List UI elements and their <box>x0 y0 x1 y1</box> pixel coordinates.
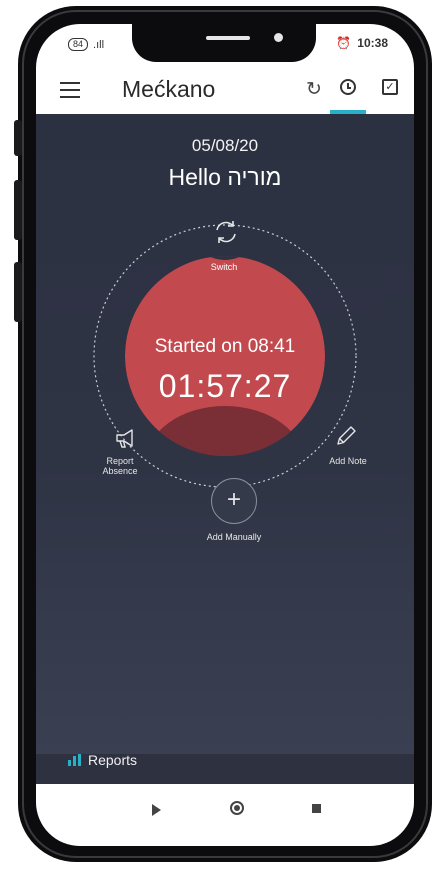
pencil-icon[interactable] <box>334 424 358 448</box>
refresh-icon[interactable]: ↻ <box>306 78 322 101</box>
phone-side-button <box>14 180 22 240</box>
add-manually-label: Add Manually <box>206 532 262 542</box>
elapsed-timer: 01:57:27 <box>158 368 292 404</box>
app-bar: Mećkano ↻ ✓ <box>36 66 414 114</box>
back-icon[interactable] <box>152 804 161 816</box>
camera-notch <box>132 24 316 62</box>
phone-side-button <box>14 120 22 156</box>
battery-indicator: 84 <box>68 38 89 51</box>
status-left: 84 .ıll <box>68 38 104 51</box>
switch-button[interactable]: Switch <box>194 262 254 272</box>
bar-chart-icon <box>68 754 82 766</box>
recent-apps-icon[interactable] <box>312 804 321 813</box>
checkbox-icon[interactable]: ✓ <box>382 79 398 95</box>
status-right: ⏰ 10:38 <box>336 36 388 50</box>
switch-icon[interactable] <box>212 218 240 246</box>
menu-icon[interactable] <box>60 82 80 98</box>
add-note-button[interactable]: Add Note <box>318 456 378 466</box>
home-icon[interactable] <box>230 801 244 815</box>
add-manually-button[interactable]: + <box>211 478 257 524</box>
status-bar: 84 .ıll ⏰ 10:38 <box>36 24 414 66</box>
clock-icon[interactable] <box>340 79 356 95</box>
megaphone-icon[interactable] <box>114 426 138 450</box>
front-camera <box>274 33 283 42</box>
timer-screen: 05/08/20 Hello מוריה Switch Started on 0… <box>36 114 414 768</box>
speaker-grille <box>206 36 250 40</box>
alarm-icon: ⏰ <box>336 36 352 50</box>
phone-screen: 84 .ıll ⏰ 10:38 Mećkano ↻ ✓ 05/08/20 Hel… <box>36 24 414 846</box>
phone-side-button <box>14 262 22 322</box>
reports-link[interactable]: Reports <box>68 752 137 768</box>
report-absence-button[interactable]: Report Absence <box>90 456 150 476</box>
started-on-text: Started on 08:41 <box>154 336 296 357</box>
app-title: Mećkano <box>122 76 216 102</box>
plus-icon: + <box>226 486 241 513</box>
status-time: 10:38 <box>357 36 388 50</box>
signal-icon: .ıll <box>93 38 105 51</box>
system-nav-bar <box>36 784 414 846</box>
reports-label: Reports <box>88 752 138 768</box>
